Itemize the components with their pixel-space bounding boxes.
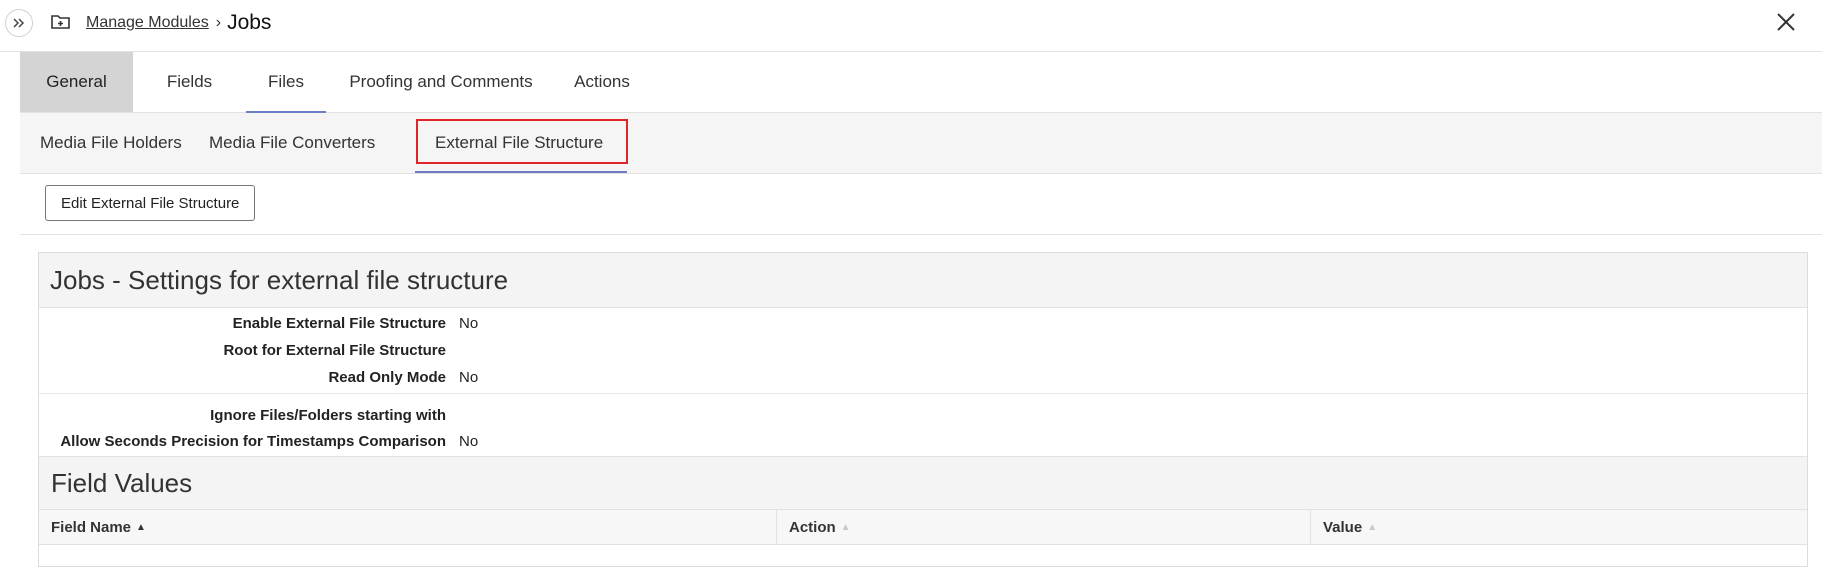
breadcrumb-manage-modules-link[interactable]: Manage Modules bbox=[86, 14, 209, 32]
property-row: Ignore Files/Folders starting with bbox=[39, 402, 1807, 429]
subtab-media-file-converters[interactable]: Media File Converters bbox=[202, 113, 415, 173]
expand-sidebar-button[interactable] bbox=[5, 9, 33, 37]
property-label: Allow Seconds Precision for Timestamps C… bbox=[60, 433, 446, 450]
property-label: Enable External File Structure bbox=[232, 315, 446, 332]
column-header-field-name[interactable]: Field Name ▲ bbox=[39, 510, 777, 544]
property-label: Ignore Files/Folders starting with bbox=[210, 407, 446, 424]
main-tabs: General Fields Files Proofing and Commen… bbox=[20, 52, 1822, 113]
property-row: Read Only Mode No bbox=[39, 364, 1807, 391]
property-value: No bbox=[459, 369, 479, 386]
property-row: Root for External File Structure bbox=[39, 337, 1807, 364]
tab-files[interactable]: Files bbox=[246, 52, 326, 113]
edit-external-file-structure-button[interactable]: Edit External File Structure bbox=[45, 185, 256, 221]
breadcrumb: Manage Modules › Jobs bbox=[86, 9, 271, 37]
tab-fields[interactable]: Fields bbox=[133, 52, 246, 112]
close-button[interactable] bbox=[1774, 10, 1798, 34]
tab-general[interactable]: General bbox=[20, 52, 133, 112]
settings-panel: Jobs - Settings for external file struct… bbox=[38, 252, 1808, 567]
settings-panel-header: Jobs - Settings for external file struct… bbox=[39, 253, 1807, 308]
property-value: No bbox=[459, 433, 479, 450]
field-values-title: Field Values bbox=[51, 467, 193, 498]
settings-group-2: Ignore Files/Folders starting with Allow… bbox=[39, 394, 1807, 456]
column-header-label: Action bbox=[789, 518, 836, 536]
tab-actions[interactable]: Actions bbox=[556, 52, 648, 112]
tab-proofing-and-comments[interactable]: Proofing and Comments bbox=[326, 52, 556, 112]
property-label: Read Only Mode bbox=[328, 369, 446, 386]
column-header-label: Field Name bbox=[51, 518, 132, 536]
sort-ascending-icon: ▲ bbox=[136, 521, 146, 533]
highlight-box bbox=[416, 119, 628, 164]
subtab-media-file-holders[interactable]: Media File Holders bbox=[20, 113, 202, 173]
toolbar: Edit External File Structure bbox=[20, 174, 1822, 235]
field-values-header: Field Values bbox=[39, 456, 1807, 510]
settings-group-1: Enable External File Structure No Root f… bbox=[39, 308, 1807, 394]
property-label: Root for External File Structure bbox=[223, 342, 446, 359]
page-title: Jobs bbox=[227, 11, 272, 34]
field-values-grid-header: Field Name ▲ Action ▲ Value ▲ bbox=[39, 510, 1807, 545]
subtab-external-file-structure[interactable]: External File Structure bbox=[415, 113, 628, 173]
sub-tabs: Media File Holders Media File Converters… bbox=[20, 113, 1822, 174]
top-bar: Manage Modules › Jobs bbox=[0, 0, 1822, 52]
sort-icon: ▲ bbox=[1367, 521, 1378, 533]
column-header-action[interactable]: Action ▲ bbox=[777, 510, 1311, 544]
sort-icon: ▲ bbox=[840, 521, 851, 533]
property-row: Enable External File Structure No bbox=[39, 310, 1807, 337]
close-icon bbox=[1777, 13, 1795, 31]
double-chevron-right-icon bbox=[13, 18, 25, 28]
settings-panel-title: Jobs - Settings for external file struct… bbox=[50, 264, 509, 295]
column-header-value[interactable]: Value ▲ bbox=[1311, 510, 1807, 544]
property-value: No bbox=[459, 315, 479, 332]
property-row: Allow Seconds Precision for Timestamps C… bbox=[39, 429, 1807, 454]
breadcrumb-separator: › bbox=[215, 14, 222, 31]
column-header-label: Value bbox=[1323, 518, 1363, 536]
folder-add-icon bbox=[50, 12, 72, 32]
